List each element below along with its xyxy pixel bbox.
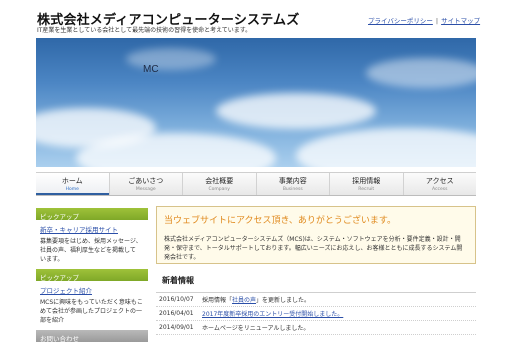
nav-company[interactable]: 会社概要 Company: [182, 173, 256, 195]
news-item: 2014/09/01 ホームページをリニューアルしました。: [156, 321, 476, 335]
nav-home[interactable]: ホーム Home: [36, 173, 109, 195]
recruit-site-link[interactable]: 新卒・キャリア採用サイト: [36, 220, 148, 236]
news-item: 2016/04/01 2017年度新卒採用のエントリー受付開始しました。: [156, 307, 476, 321]
nav-sublabel: Recruit: [358, 187, 375, 192]
news-date: 2016/10/07: [159, 296, 194, 303]
news-text: ホームページをリニューアルしました。: [202, 325, 310, 332]
welcome-body: 株式会社メディアコンピューターシステムズ（MCS)は、システム・ソフトウェアを分…: [164, 236, 463, 261]
contact-heading[interactable]: お問い合わせ: [36, 330, 148, 343]
nav-sublabel: Access: [432, 187, 448, 192]
pickup-text-line: MCSに興味をもっていただく意味もこ: [40, 299, 143, 306]
hero-label: MC: [143, 64, 159, 75]
nav-sublabel: Home: [65, 187, 79, 192]
nav-sublabel: Business: [282, 187, 303, 192]
news-link[interactable]: 社員の声: [232, 297, 256, 304]
link-separator: |: [435, 17, 439, 25]
pickup-heading: ピックアップ: [36, 208, 148, 221]
pickup-text-line: 部を紹介: [40, 317, 65, 324]
news-link[interactable]: 2017年度新卒採用のエントリー受付開始しました。: [202, 311, 343, 318]
nav-sublabel: Message: [135, 187, 156, 192]
cloud-shape: [126, 48, 216, 70]
nav-recruit[interactable]: 採用情報 Recruit: [329, 173, 403, 195]
news-date: 2014/09/01: [159, 324, 194, 331]
nav-label: アクセス: [425, 177, 454, 185]
news-text: 採用情報「社員の声」を更新しました。: [202, 295, 310, 304]
global-nav: ホーム Home ごあいさつ Message 会社概要 Company 事業内容…: [36, 172, 476, 196]
pickup-text-line: 募集要項をはじめ、採用メッセージ、: [40, 238, 142, 245]
tagline: IT産業を生業としている会社として最先端の技術の習得を使命と考えています。: [37, 27, 252, 34]
nav-label: ホーム: [61, 177, 83, 185]
news-text-before: 採用情報「: [202, 297, 233, 304]
site-header: 株式会社メディアコンピューターシステムズ IT産業を生業としている会社として最先…: [0, 0, 512, 38]
nav-sublabel: Company: [208, 187, 230, 192]
utility-links: プライバシーポリシー | サイトマップ: [368, 15, 480, 25]
pickup-box-recruit: ピックアップ 新卒・キャリア採用サイト 募集要項をはじめ、採用メッセージ、 社員…: [36, 208, 148, 265]
nav-business[interactable]: 事業内容 Business: [255, 173, 330, 195]
news-text: 2017年度新卒採用のエントリー受付開始しました。: [202, 309, 343, 318]
news-heading: 新着情報: [156, 272, 476, 293]
cloud-shape: [366, 58, 476, 88]
contact-box: お問い合わせ: [36, 330, 148, 343]
nav-message[interactable]: ごあいさつ Message: [108, 173, 183, 195]
nav-label: 会社概要: [205, 177, 234, 185]
welcome-title: 当ウェブサイトにアクセス頂き、ありがとうございます。: [164, 216, 397, 226]
nav-access[interactable]: アクセス Access: [402, 173, 477, 195]
news-text-after: 」を更新しました。: [256, 297, 311, 304]
pickup-description: MCSに興味をもっていただく意味もこ めて会社が参画したプロジェクトの一 部を紹…: [36, 297, 148, 326]
pickup-text-line: います。: [40, 256, 64, 263]
nav-label: 事業内容: [278, 177, 307, 185]
hero-banner: MC: [36, 38, 476, 167]
news-item: 2016/10/07 採用情報「社員の声」を更新しました。: [156, 293, 476, 307]
cloud-shape: [296, 128, 476, 167]
nav-label: ごあいさつ: [128, 177, 164, 185]
pickup-text-line: 社員の声、福利厚生などを掲載して: [40, 247, 136, 254]
news-date: 2016/04/01: [159, 310, 194, 317]
cloud-shape: [216, 93, 376, 129]
sidebar: ピックアップ 新卒・キャリア採用サイト 募集要項をはじめ、採用メッセージ、 社員…: [36, 208, 148, 346]
privacy-policy-link[interactable]: プライバシーポリシー: [368, 17, 433, 25]
pickup-box-project: ピックアップ プロジェクト紹介 MCSに興味をもっていただく意味もこ めて会社が…: [36, 269, 148, 326]
sitemap-link[interactable]: サイトマップ: [441, 17, 480, 25]
nav-label: 採用情報: [352, 177, 381, 185]
project-link[interactable]: プロジェクト紹介: [36, 281, 148, 297]
pickup-heading: ピックアップ: [36, 269, 148, 282]
pickup-text-line: めて会社が参画したプロジェクトの一: [40, 308, 143, 315]
welcome-box: 当ウェブサイトにアクセス頂き、ありがとうございます。 株式会社メディアコンピュー…: [156, 206, 476, 264]
pickup-description: 募集要項をはじめ、採用メッセージ、 社員の声、福利厚生などを掲載して います。: [36, 236, 148, 265]
main-content: 当ウェブサイトにアクセス頂き、ありがとうございます。 株式会社メディアコンピュー…: [156, 206, 476, 335]
